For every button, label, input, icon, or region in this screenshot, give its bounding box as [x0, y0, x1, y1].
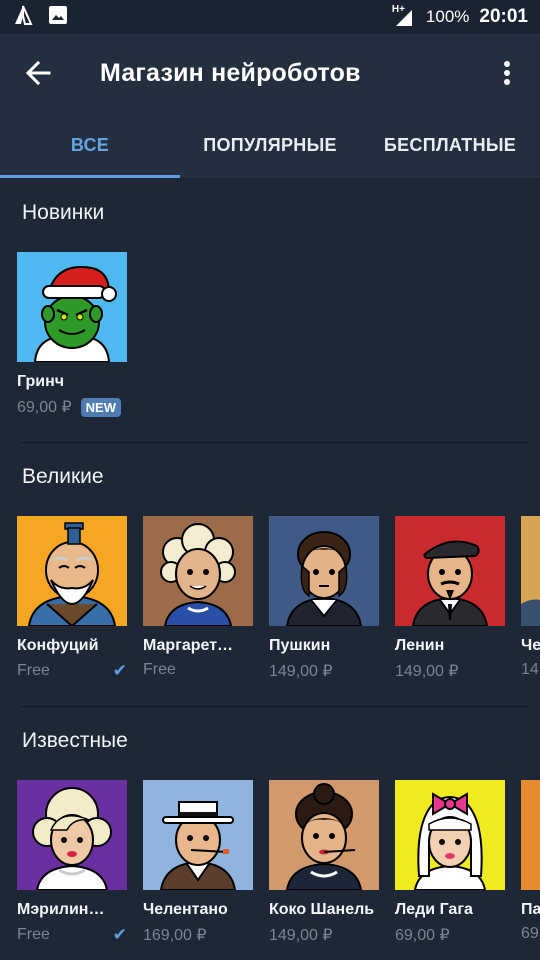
bot-card-confucius[interactable]: Конфуций Free ✔	[17, 516, 127, 681]
bot-price: 169,00 ₽	[143, 927, 207, 944]
price-row: 69,00 ₽ NEW	[17, 397, 127, 417]
bot-price: Free	[17, 662, 50, 679]
bot-card-coco-chanel[interactable]: Коко Шанель 149,00 ₽	[269, 780, 379, 945]
avatar-confucius	[17, 516, 127, 626]
avatar-celentano	[143, 780, 253, 890]
bot-name: Маргарет…	[143, 637, 234, 654]
price-row: 149,00 ₽	[269, 925, 379, 945]
tab-free[interactable]: БЕСПЛАТНЫЕ	[360, 112, 540, 178]
bot-card-pushkin[interactable]: Пушкин 149,00 ₽	[269, 516, 379, 681]
price-row: 149,00 ₽	[395, 661, 505, 681]
bot-price: 69	[521, 925, 539, 942]
status-bar: H+ 100% 20:01	[0, 0, 540, 34]
price-row: 69	[521, 925, 540, 943]
bot-price: 149,00 ₽	[269, 927, 333, 944]
avatar-lady-gaga	[395, 780, 505, 890]
network-type: H+	[391, 4, 405, 15]
avatar-marilyn	[17, 780, 127, 890]
avatar-coco-chanel	[269, 780, 379, 890]
bot-card-margaret[interactable]: Маргарет… Free	[143, 516, 253, 679]
back-button[interactable]	[0, 34, 76, 112]
avatar-pushkin	[269, 516, 379, 626]
price-row: Free	[143, 661, 253, 679]
bot-card-partial[interactable]: Па 69	[521, 780, 540, 943]
bot-card-celentano[interactable]: Челентано 169,00 ₽	[143, 780, 253, 945]
app-bar: Магазин нейроботов	[0, 34, 540, 112]
bot-price: 149,00 ₽	[269, 663, 333, 680]
price-row: 69,00 ₽	[395, 925, 505, 945]
new-badge: NEW	[80, 397, 122, 417]
overflow-menu-button[interactable]	[474, 34, 540, 112]
bot-name: Челентано	[143, 901, 228, 918]
avatar-lenin	[395, 516, 505, 626]
section-title-famous: Известные	[22, 729, 128, 752]
bot-name: Коко Шанель	[269, 901, 375, 918]
price-row: 14	[521, 661, 540, 679]
clock: 20:01	[479, 6, 528, 27]
tab-all[interactable]: ВСЕ	[0, 112, 180, 178]
bot-card-lenin[interactable]: Ленин 149,00 ₽	[395, 516, 505, 681]
bot-card-grinch[interactable]: Гринч 69,00 ₽ NEW	[17, 252, 127, 417]
bot-name: Леди Гага	[395, 901, 473, 918]
bot-price: 149,00 ₽	[395, 663, 459, 680]
section-divider	[22, 706, 529, 707]
image-notification-icon	[48, 5, 68, 30]
bot-card-marilyn[interactable]: Мэрилин… Free ✔	[17, 780, 127, 945]
section-divider	[22, 442, 529, 443]
avatar-margaret	[143, 516, 253, 626]
bot-card-che[interactable]: Че 14	[521, 516, 540, 679]
tab-bar: ВСЕ ПОПУЛЯРНЫЕ БЕСПЛАТНЫЕ	[0, 112, 540, 178]
price-row: 149,00 ₽	[269, 661, 379, 681]
section-title-new: Новинки	[22, 201, 105, 224]
bot-price: 69,00 ₽	[395, 927, 450, 944]
arrow-left-icon	[25, 60, 51, 86]
price-row: 169,00 ₽	[143, 925, 253, 945]
checkmark-icon: ✔	[112, 925, 127, 944]
bot-price: Free	[143, 661, 176, 678]
bot-name: Че	[521, 637, 540, 654]
bot-name: Гринч	[17, 373, 65, 390]
notification-app-icon	[12, 4, 34, 31]
bot-name: Ленин	[395, 637, 445, 654]
page-title: Магазин нейроботов	[100, 58, 361, 87]
bot-card-lady-gaga[interactable]: Леди Гага 69,00 ₽	[395, 780, 505, 945]
bot-name: Конфуций	[17, 637, 99, 654]
avatar-che	[521, 516, 540, 626]
bot-price: 14	[521, 661, 539, 678]
price-row: Free ✔	[17, 661, 127, 681]
price-row: Free ✔	[17, 925, 127, 945]
checkmark-icon: ✔	[112, 661, 127, 680]
bot-price: 69,00 ₽	[17, 399, 72, 416]
more-vert-icon	[504, 61, 510, 85]
bot-name: Па	[521, 901, 540, 918]
avatar-partial	[521, 780, 540, 890]
battery-level: 100%	[425, 7, 470, 26]
signal-icon: H+	[391, 4, 416, 28]
bot-name: Мэрилин…	[17, 901, 105, 918]
bot-name: Пушкин	[269, 637, 331, 654]
avatar-grinch	[17, 252, 127, 362]
section-title-great: Великие	[22, 465, 104, 488]
bot-price: Free	[17, 926, 50, 943]
tab-popular[interactable]: ПОПУЛЯРНЫЕ	[180, 112, 360, 178]
